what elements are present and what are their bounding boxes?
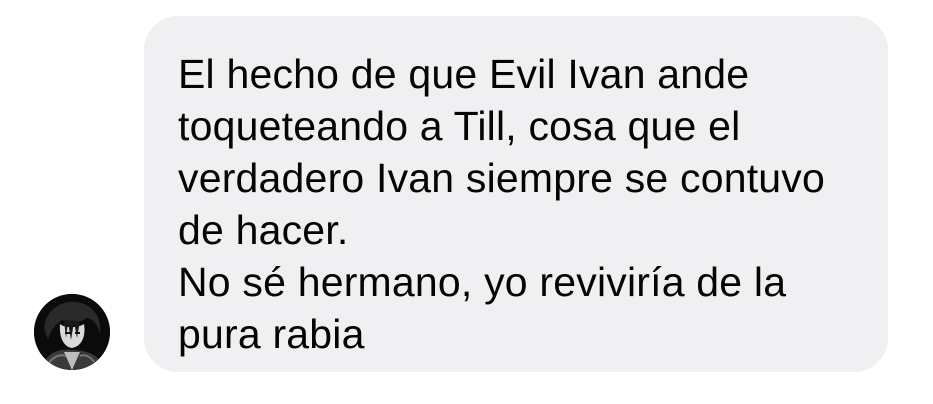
profile-avatar-icon xyxy=(34,294,110,370)
message-text: El hecho de que Evil Ivan ande toquetean… xyxy=(178,51,826,357)
message-bubble[interactable]: El hecho de que Evil Ivan ande toquetean… xyxy=(144,16,888,372)
avatar[interactable] xyxy=(34,294,110,370)
chat-message-row: El hecho de que Evil Ivan ande toquetean… xyxy=(0,0,933,404)
